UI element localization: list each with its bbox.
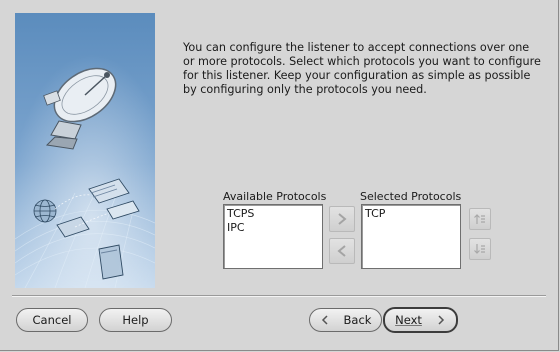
- cancel-button-label: Cancel: [32, 313, 72, 327]
- selected-protocol-item[interactable]: TCP: [365, 207, 457, 221]
- available-protocols-label: Available Protocols: [223, 190, 327, 203]
- selected-protocols-list[interactable]: TCP: [361, 204, 461, 269]
- available-protocol-item[interactable]: IPC: [227, 221, 319, 235]
- chevron-left-icon: [321, 315, 328, 325]
- wizard-side-illustration: [15, 13, 155, 288]
- right-arrow-icon: [338, 213, 347, 225]
- back-button[interactable]: Back: [309, 308, 382, 332]
- available-protocols-list[interactable]: TCPS IPC: [223, 204, 323, 269]
- left-arrow-icon: [337, 245, 346, 257]
- move-down-icon: [474, 244, 485, 254]
- footer-divider: [12, 295, 546, 297]
- cancel-button[interactable]: Cancel: [16, 308, 88, 332]
- remove-protocol-button[interactable]: [329, 238, 355, 264]
- add-protocol-button[interactable]: [329, 206, 355, 232]
- help-button[interactable]: Help: [99, 308, 172, 332]
- satellite-dish-illustration: [15, 13, 155, 288]
- move-up-icon: [474, 214, 485, 224]
- next-button[interactable]: Next: [383, 307, 458, 333]
- back-button-label: Back: [343, 313, 372, 327]
- wizard-window: You can configure the listener to accept…: [0, 0, 559, 351]
- help-button-label: Help: [122, 313, 149, 327]
- available-protocol-item[interactable]: TCPS: [227, 207, 319, 221]
- chevron-right-icon: [438, 315, 444, 325]
- move-up-button[interactable]: [469, 208, 491, 230]
- intro-description: You can configure the listener to accept…: [183, 41, 541, 96]
- move-down-button[interactable]: [469, 238, 491, 260]
- selected-protocols-label: Selected Protocols: [360, 190, 462, 203]
- next-button-label: Next: [395, 313, 422, 327]
